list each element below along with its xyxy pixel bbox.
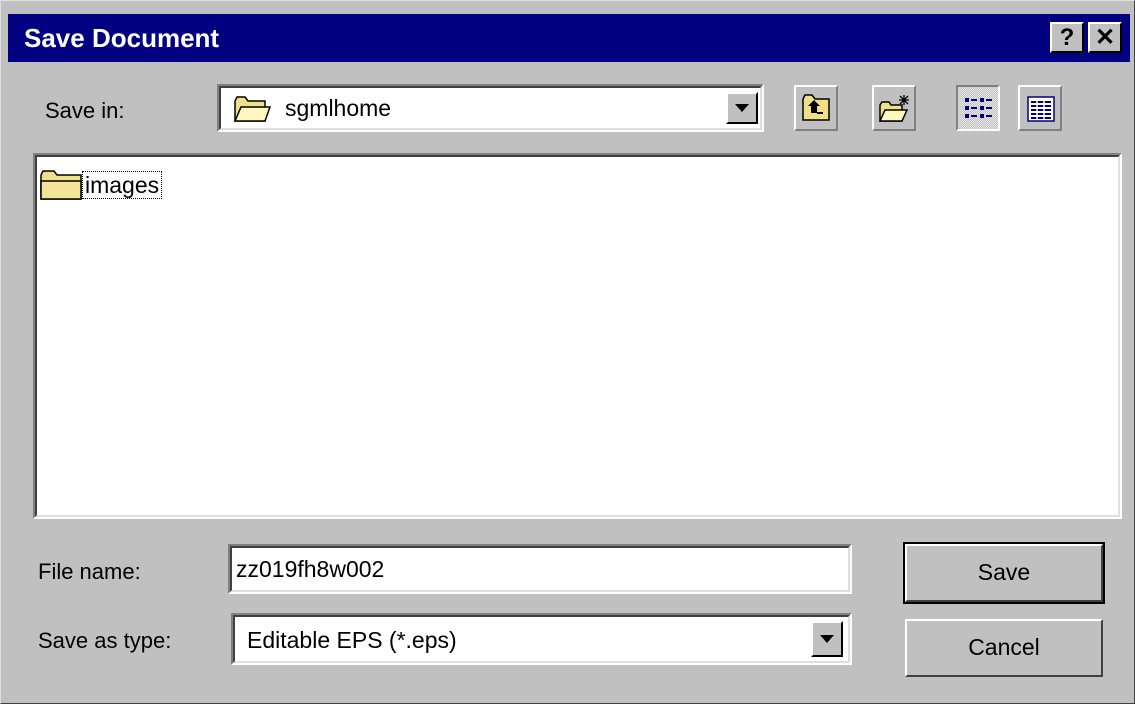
save-in-label: Save in: [45, 98, 125, 123]
up-one-level-button[interactable] [794, 85, 838, 131]
create-new-folder-button[interactable] [872, 85, 916, 131]
list-view-icon [965, 98, 992, 118]
save-in-dropdown-button[interactable] [726, 92, 758, 124]
file-name-value: zz019fh8w002 [236, 556, 385, 582]
save-as-type-value: Editable EPS (*.eps) [247, 627, 457, 653]
save-as-type-dropdown[interactable]: Editable EPS (*.eps) [231, 613, 852, 665]
file-list[interactable]: images [33, 153, 1122, 519]
list-view-button[interactable] [956, 85, 1000, 131]
save-in-value: sgmlhome [285, 95, 392, 121]
save-document-dialog: Save Document ? ✕ Save in: sgmlhome imag… [0, 0, 1135, 704]
title-bar[interactable]: Save Document ? ✕ [8, 14, 1130, 62]
close-button[interactable]: ✕ [1088, 22, 1122, 53]
file-name-label: File name: [38, 559, 141, 584]
save-in-dropdown[interactable]: sgmlhome [217, 84, 764, 132]
details-view-icon [1027, 96, 1055, 122]
chevron-down-icon [735, 104, 749, 112]
folder-icon [40, 170, 82, 200]
save-button[interactable]: Save [903, 542, 1105, 604]
help-button[interactable]: ? [1050, 22, 1084, 53]
chevron-down-icon [820, 635, 834, 643]
create-new-folder-icon [878, 95, 909, 122]
save-as-type-label: Save as type: [38, 628, 172, 653]
window-title: Save Document [24, 23, 220, 53]
up-one-level-icon [802, 94, 830, 121]
save-as-type-dropdown-button[interactable] [811, 621, 843, 657]
list-item-label: images [82, 171, 163, 199]
file-name-field[interactable]: zz019fh8w002 [228, 544, 852, 594]
folder-icon [233, 96, 271, 122]
details-view-button[interactable] [1018, 85, 1062, 131]
cancel-button[interactable]: Cancel [905, 619, 1103, 677]
